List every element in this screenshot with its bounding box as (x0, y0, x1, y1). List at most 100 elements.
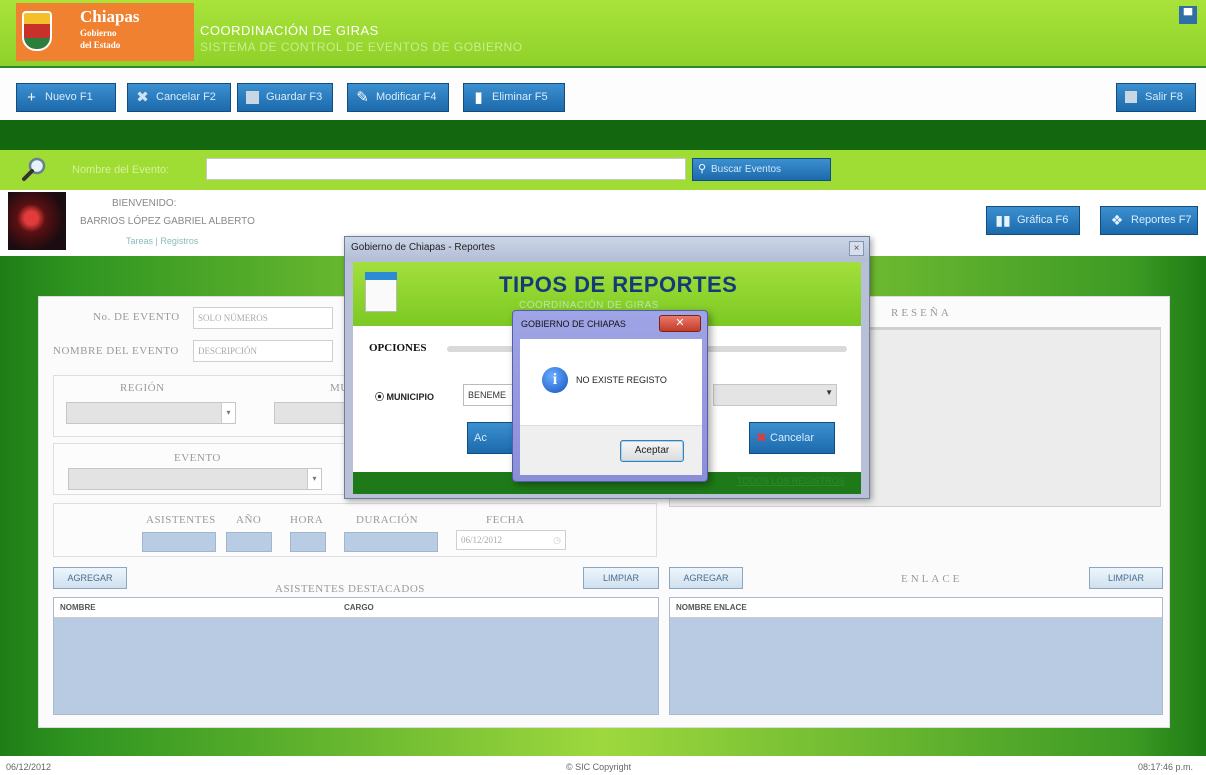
modify-button[interactable]: ✎ Modificar F4 (347, 83, 449, 112)
clear-liaison-button[interactable]: LIMPIAR (1089, 567, 1163, 589)
chevron-down-icon: ▼ (825, 388, 833, 397)
status-date: 06/12/2012 (6, 762, 52, 772)
save-button[interactable]: Guardar F3 (237, 83, 333, 112)
user-role: Tareas | Registros (126, 236, 199, 246)
close-icon: × (853, 243, 860, 254)
search-events-label: Buscar Eventos (711, 164, 782, 175)
ok-button[interactable]: Aceptar (620, 440, 684, 462)
clear-liaison-label: LIMPIAR (1107, 573, 1144, 583)
add-attendee-button[interactable]: AGREGAR (53, 567, 127, 589)
event-type-group: EVENTO ▾ (53, 443, 353, 495)
details-group: ASISTENTES AÑO HORA DURACIÓN FECHA 06/12… (53, 503, 657, 557)
hour-label: HORA (290, 514, 324, 526)
region-select[interactable]: ▾ (66, 402, 236, 424)
report-title: TIPOS DE REPORTES (499, 272, 738, 297)
delete-button[interactable]: ▮ Eliminar F5 (463, 83, 565, 112)
search-input[interactable] (206, 158, 686, 180)
status-bar: 06/12/2012 © SIC Copyright 08:17:46 p.m. (0, 756, 1206, 775)
attendees-count-input[interactable] (142, 532, 216, 552)
bar-chart-icon: ▮▮ (995, 212, 1011, 228)
trash-icon: ▮ (474, 89, 483, 106)
event-name-input[interactable]: DESCRIPCIÓN (193, 340, 333, 362)
reports-button[interactable]: ❖ Reportes F7 (1100, 206, 1198, 235)
new-button-label: Nuevo F1 (45, 91, 93, 103)
accept-report-button[interactable]: Ac (467, 422, 515, 454)
binoculars-icon: ⚲ (698, 163, 707, 175)
search-band: Nombre del Evento: ⚲ Buscar Eventos (0, 150, 1206, 190)
municipio-radio[interactable]: ⦿ MUNICIPIO (375, 390, 434, 403)
column-header-name: NOMBRE (60, 603, 96, 612)
options-label: OPCIONES (369, 342, 427, 354)
accept-report-label: Ac (474, 432, 487, 444)
copyright-text: © SIC Copyright (566, 762, 632, 772)
x-icon: ✖ (136, 89, 149, 106)
add-liaison-button[interactable]: AGREGAR (669, 567, 743, 589)
minimize-icon: ▀ (1183, 8, 1193, 22)
year-input[interactable] (226, 532, 272, 552)
search-events-button[interactable]: ⚲ Buscar Eventos (692, 158, 831, 181)
exit-button[interactable]: Salir F8 (1116, 83, 1196, 112)
calendar-icon[interactable]: ◷ (553, 531, 561, 549)
municipio-radio-label: MUNICIPIO (386, 392, 435, 402)
save-icon (246, 91, 259, 104)
app-header: Chiapas Gobierno del Estado COORDINACIÓN… (0, 0, 1206, 66)
region-group: REGIÓN ▾ MU (53, 375, 354, 437)
avatar (8, 192, 66, 250)
hour-input[interactable] (290, 532, 326, 552)
modify-button-label: Modificar F4 (376, 91, 437, 103)
table-header: NOMBRE ENLACE (670, 598, 1162, 618)
clear-attendees-button[interactable]: LIMPIAR (583, 567, 659, 589)
logo-subtitle: Gobierno (80, 28, 117, 38)
liaison-table: NOMBRE ENLACE (669, 597, 1163, 715)
welcome-label: BIENVENIDO: (112, 198, 177, 209)
region-label: REGIÓN (120, 382, 165, 394)
minimize-button[interactable]: ▀ (1179, 6, 1197, 24)
exit-button-label: Salir F8 (1145, 91, 1183, 103)
date-label: FECHA (486, 514, 525, 526)
exit-icon (1125, 91, 1137, 103)
event-type-select[interactable]: ▾ (68, 468, 322, 490)
duration-input[interactable] (344, 532, 438, 552)
attendees-table: NOMBRE CARGO (53, 597, 659, 715)
message-content: i NO EXISTE REGISTO Aceptar (520, 339, 702, 475)
resena-label: RESEÑA (891, 307, 952, 319)
app-subtitle: SISTEMA DE CONTROL DE EVENTOS DE GOBIERN… (200, 40, 523, 54)
add-attendee-label: AGREGAR (67, 573, 113, 583)
column-header-liaison-name: NOMBRE ENLACE (676, 603, 747, 612)
cancel-x-icon: ✖ (756, 430, 767, 445)
plus-icon: + (27, 89, 36, 106)
cancel-button-label: Cancelar F2 (156, 91, 216, 103)
message-close-button[interactable]: ✕ (659, 315, 701, 332)
event-number-label: No. DE EVENTO (93, 311, 180, 323)
app-title: COORDINACIÓN DE GIRAS (200, 23, 379, 38)
year-label: AÑO (236, 514, 262, 526)
dialog-close-button[interactable]: × (849, 241, 864, 256)
status-time: 08:17:46 p.m. (1138, 762, 1194, 772)
graphs-button[interactable]: ▮▮ Gráfica F6 (986, 206, 1080, 235)
cancel-report-button[interactable]: ✖ Cancelar (749, 422, 835, 454)
event-type-label: EVENTO (174, 452, 221, 464)
add-liaison-label: AGREGAR (683, 573, 729, 583)
chevron-down-icon: ▾ (307, 469, 321, 489)
duration-label: DURACIÓN (356, 514, 419, 526)
liaison-title: ENLACE (901, 573, 963, 585)
all-records-link[interactable]: TODOS LOS REGISTROS (737, 476, 845, 486)
event-number-input[interactable]: SOLO NÚMEROS (193, 307, 333, 329)
document-icon (365, 272, 397, 312)
search-icon (22, 157, 46, 181)
radio-selected-icon: ⦿ (375, 392, 387, 402)
coat-of-arms-icon (22, 11, 52, 51)
report-icon: ❖ (1110, 212, 1124, 228)
message-title: GOBIERNO DE CHIAPAS (521, 319, 626, 329)
municipio-select[interactable] (274, 402, 354, 424)
dialog-titlebar: Gobierno de Chiapas - Reportes (345, 237, 869, 261)
attendees-title: ASISTENTES DESTACADOS (275, 583, 425, 595)
cancel-button[interactable]: ✖ Cancelar F2 (127, 83, 231, 112)
toolbar: + Nuevo F1 ✖ Cancelar F2 Guardar F3 ✎ Mo… (0, 66, 1206, 120)
report-option-select[interactable]: ▼ (713, 384, 837, 406)
date-picker[interactable]: 06/12/2012 ◷ (456, 530, 566, 550)
chevron-down-icon: ▾ (221, 403, 235, 423)
user-name: BARRIOS LÓPEZ GABRIEL ALBERTO (80, 216, 255, 227)
new-button[interactable]: + Nuevo F1 (16, 83, 116, 112)
clear-attendees-label: LIMPIAR (602, 573, 639, 583)
